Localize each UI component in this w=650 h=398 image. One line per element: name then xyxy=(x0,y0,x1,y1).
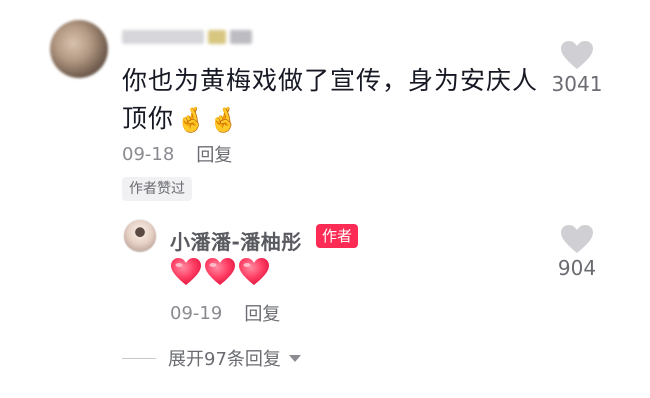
comment-body: 你也为黄梅戏做了宣传，身为安庆人 顶你🤞🤞 xyxy=(122,62,542,138)
blurred-name-segment xyxy=(122,30,204,44)
like-count: 904 xyxy=(557,256,597,280)
comment-text-line1: 你也为黄梅戏做了宣传，身为安庆人 xyxy=(122,66,539,95)
reply-author-name[interactable]: 小潘潘-潘柚彤 xyxy=(170,226,302,255)
comment-like: 3041 xyxy=(542,40,612,96)
expand-replies-button[interactable]: 展开97条回复 xyxy=(122,345,301,371)
reply-button[interactable]: 回复 xyxy=(244,300,280,326)
reply-like: 904 xyxy=(542,224,612,280)
blurred-name-segment xyxy=(208,30,226,44)
comment-meta: 09-18 回复 xyxy=(122,141,232,167)
reply-date: 09-19 xyxy=(170,302,223,324)
reply-button[interactable]: 回复 xyxy=(196,141,232,167)
commenter-avatar[interactable] xyxy=(50,20,108,78)
heart-icon[interactable] xyxy=(560,40,594,70)
comment-thread: 你也为黄梅戏做了宣传，身为安庆人 顶你🤞🤞 09-18 回复 作者赞过 3041… xyxy=(0,0,650,398)
red-heart-emoji xyxy=(205,258,235,285)
divider-line xyxy=(122,357,156,359)
red-heart-emoji xyxy=(171,258,201,285)
author-liked-badge: 作者赞过 xyxy=(122,177,192,201)
expand-replies-label: 展开97条回复 xyxy=(168,349,281,370)
red-heart-emoji xyxy=(239,258,269,285)
commenter-name-blurred[interactable] xyxy=(122,30,252,44)
reply-meta: 09-19 回复 xyxy=(170,300,280,326)
finger-heart-emoji: 🤞 xyxy=(176,106,207,134)
blurred-name-segment xyxy=(230,30,252,44)
comment-text-line2-wrap: 顶你🤞🤞 xyxy=(122,100,542,138)
author-badge: 作者 xyxy=(316,224,359,248)
reply-author-avatar[interactable] xyxy=(123,219,157,253)
reply-body-hearts xyxy=(170,257,270,287)
like-count: 3041 xyxy=(551,72,603,96)
comment-date: 09-18 xyxy=(122,143,175,165)
comment-text-line2: 顶你 xyxy=(122,104,175,133)
heart-icon[interactable] xyxy=(560,224,594,254)
chevron-down-icon xyxy=(288,354,301,362)
finger-heart-emoji: 🤞 xyxy=(208,106,240,134)
